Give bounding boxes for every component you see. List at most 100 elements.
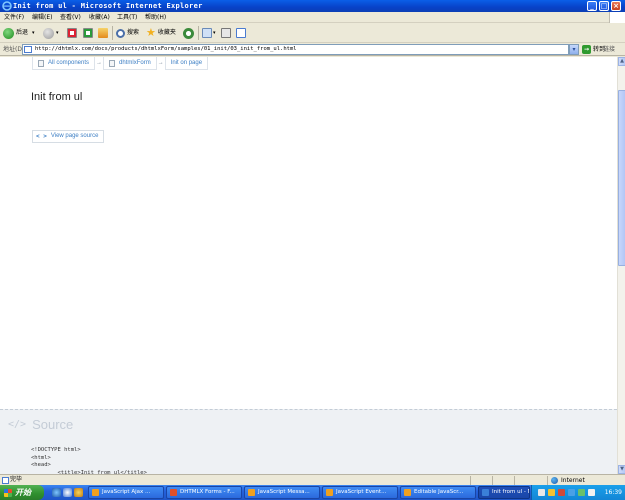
go-button[interactable]: → 转到 <box>582 44 605 55</box>
ie-window: Init from ul - Microsoft Internet Explor… <box>0 0 625 500</box>
breadcrumb: All components → dhtmlxForm → Init on pa… <box>32 57 209 70</box>
tray-icon[interactable] <box>578 489 585 496</box>
favorites-button[interactable]: ★ 收藏夹 <box>146 26 176 40</box>
breadcrumb-init-on-page[interactable]: Init on page <box>164 57 209 70</box>
window-title: Init from ul - Microsoft Internet Explor… <box>13 2 203 10</box>
menu-view[interactable]: 查看(V) <box>60 12 81 23</box>
address-bar: 地址(D) http://dhtmlx.com/docs/products/dh… <box>0 43 625 56</box>
browser-window-icon <box>92 489 99 496</box>
breadcrumb-label: All components <box>48 60 90 66</box>
source-code-icon: </> <box>8 419 27 430</box>
code-icon: < > <box>36 133 47 140</box>
stop-button[interactable] <box>67 26 77 40</box>
address-dropdown-icon[interactable]: ▾ <box>569 44 579 55</box>
quicklaunch-ie-icon[interactable] <box>52 488 61 497</box>
components-icon <box>38 59 44 67</box>
status-divider <box>470 476 471 485</box>
breadcrumb-arrow-icon: → <box>157 60 164 66</box>
back-arrow-icon <box>3 27 14 39</box>
edit-button[interactable] <box>236 26 246 40</box>
favorites-label: 收藏夹 <box>157 29 176 36</box>
refresh-icon <box>83 28 93 38</box>
page-title: Init from ul <box>31 91 83 103</box>
history-button[interactable] <box>183 26 196 40</box>
print-icon <box>221 28 231 38</box>
edit-page-icon <box>236 28 246 38</box>
links-button[interactable]: 链接 <box>603 43 615 56</box>
back-button[interactable]: 后退 ▾ <box>3 26 35 40</box>
address-input[interactable]: http://dhtmlx.com/docs/products/dhtmlxFo… <box>22 44 569 55</box>
breadcrumb-arrow-icon: → <box>96 60 103 66</box>
ie-logo-icon <box>2 1 12 11</box>
quicklaunch-media-icon[interactable] <box>74 488 83 497</box>
clock[interactable]: 16:39 <box>605 485 622 500</box>
ie-window-icon <box>482 489 489 496</box>
menu-help[interactable]: 帮助(H) <box>145 12 166 23</box>
windows-flag-icon <box>4 488 12 497</box>
mail-dropdown-icon[interactable]: ▾ <box>213 26 216 40</box>
tray-icon[interactable] <box>568 489 575 496</box>
menu-file[interactable]: 文件(F) <box>4 12 24 23</box>
star-icon: ★ <box>146 26 156 39</box>
menu-edit[interactable]: 编辑(E) <box>32 12 52 23</box>
source-header: </> Source <box>8 418 73 432</box>
taskbar-item[interactable]: Editable JavaScr... <box>400 486 476 499</box>
title-bar[interactable]: Init from ul - Microsoft Internet Explor… <box>0 0 625 12</box>
taskbar-item-active[interactable]: Init from ul - M... <box>478 486 530 499</box>
tray-icon[interactable] <box>538 489 545 496</box>
page-done-icon <box>2 477 9 484</box>
close-button[interactable]: × <box>611 1 621 11</box>
tray-icon[interactable] <box>548 489 555 496</box>
status-bar: 完毕 Internet <box>0 474 625 485</box>
menu-favorites[interactable]: 收藏(A) <box>89 12 110 23</box>
home-button[interactable] <box>98 26 108 40</box>
quicklaunch-desktop-icon[interactable] <box>63 488 72 497</box>
stop-icon <box>67 28 77 38</box>
mail-button[interactable]: ▾ <box>202 26 216 40</box>
source-title: Source <box>32 417 74 432</box>
refresh-button[interactable] <box>83 26 93 40</box>
taskbar-item[interactable]: JavaScript Event... <box>322 486 398 499</box>
windows-logo-icon <box>609 12 625 23</box>
browser-window-icon <box>248 489 255 496</box>
toolbar-separator <box>112 26 113 40</box>
browser-window-icon <box>170 489 177 496</box>
mail-icon <box>202 28 212 38</box>
system-tray: 16:39 <box>531 485 625 500</box>
taskbar-item[interactable]: JavaScript Messa... <box>244 486 320 499</box>
status-text: 完毕 <box>10 476 23 483</box>
taskbar-item-label: JavaScript Messa... <box>258 489 310 495</box>
taskbar-item[interactable]: JavaScript Ajax ... <box>88 486 164 499</box>
status-divider <box>514 476 515 485</box>
scroll-up-icon[interactable]: ▲ <box>618 57 625 66</box>
taskbar-item-label: JavaScript Event... <box>336 489 387 495</box>
page-icon <box>24 46 32 53</box>
back-dropdown-icon[interactable]: ▾ <box>32 26 35 40</box>
view-source-button[interactable]: < > View page source <box>32 130 105 143</box>
volume-icon[interactable] <box>588 489 595 496</box>
print-button[interactable] <box>221 26 231 40</box>
search-button[interactable]: 搜索 <box>116 26 139 40</box>
search-label: 搜索 <box>127 29 140 36</box>
vertical-scrollbar[interactable]: ▲ ▼ <box>617 57 625 474</box>
taskbar-item-label: JavaScript Ajax ... <box>102 489 151 495</box>
browser-window-icon <box>404 489 411 496</box>
forward-dropdown-icon[interactable]: ▾ <box>56 26 59 40</box>
security-zone: Internet <box>547 476 585 485</box>
start-button[interactable]: 开始 <box>0 485 44 500</box>
taskbar-item[interactable]: DHTMLX Forms - F... <box>166 486 242 499</box>
forward-button[interactable]: ▾ <box>43 26 59 40</box>
view-source-label: View page source <box>50 133 99 139</box>
tray-icon[interactable] <box>558 489 565 496</box>
zone-label: Internet <box>561 477 585 484</box>
taskbar-item-label: DHTMLX Forms - F... <box>180 489 235 495</box>
scroll-thumb[interactable] <box>618 90 625 266</box>
minimize-button[interactable]: _ <box>587 1 597 11</box>
scroll-down-icon[interactable]: ▼ <box>618 465 625 474</box>
maximize-button[interactable]: □ <box>599 1 609 11</box>
breadcrumb-all-components[interactable]: All components <box>32 57 96 70</box>
taskbar-item-label: Init from ul - M... <box>492 489 529 495</box>
menu-tools[interactable]: 工具(T) <box>117 12 137 23</box>
breadcrumb-dhtmlxform[interactable]: dhtmlxForm <box>103 57 157 70</box>
toolbar: 后退 ▾ ▾ 搜索 ★ 收藏夹 ▾ <box>0 23 625 43</box>
